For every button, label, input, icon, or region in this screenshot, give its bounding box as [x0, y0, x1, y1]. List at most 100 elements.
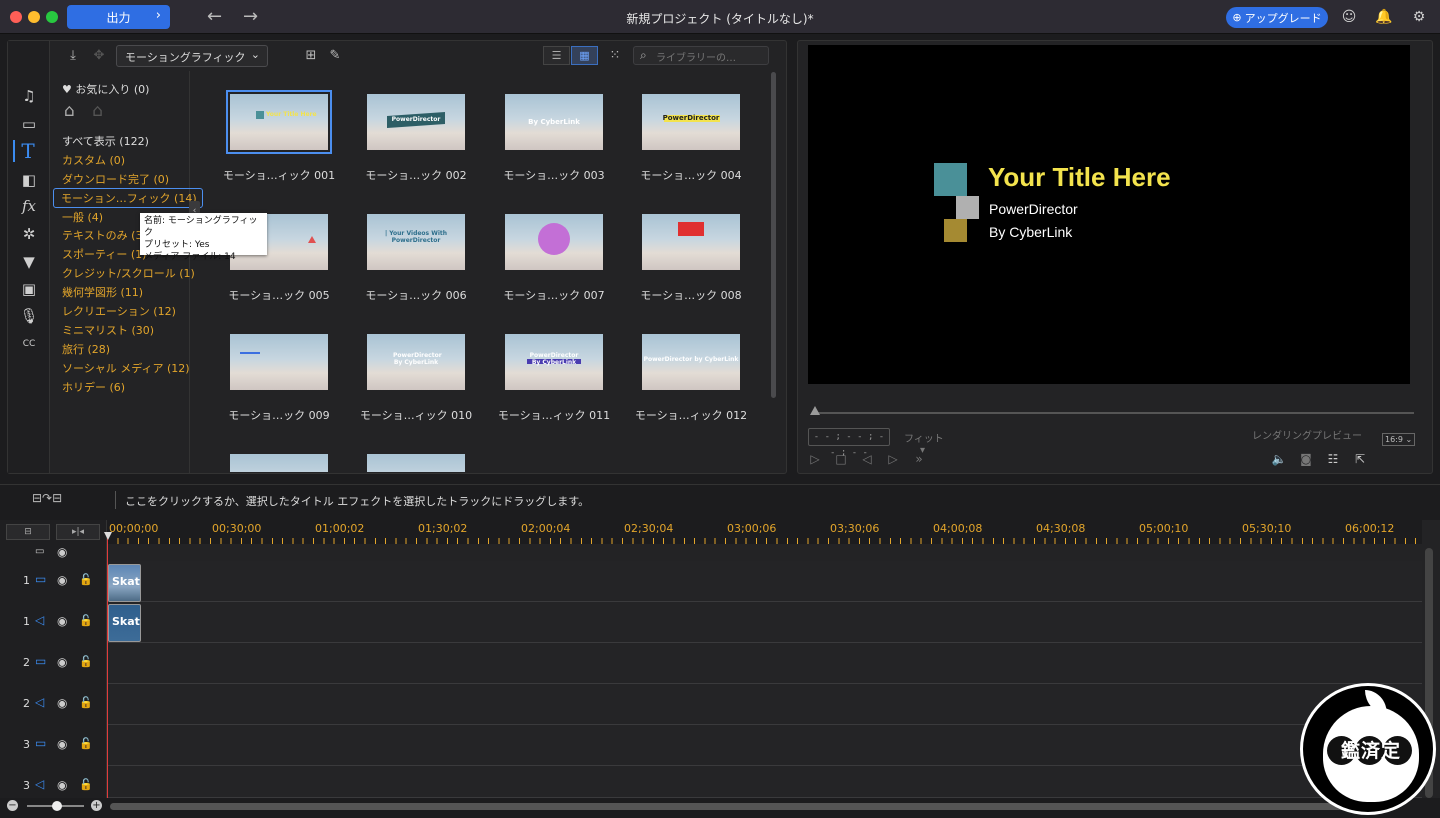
track-list-button[interactable]: ⊟	[6, 524, 50, 540]
track-row-video-2[interactable]	[107, 643, 1422, 684]
thumbnail-009[interactable]	[230, 334, 328, 390]
category-motion-graphics[interactable]: モーション…フィック (14)	[53, 188, 203, 208]
video-room-icon[interactable]: ▭	[15, 113, 43, 135]
visibility-eye-icon[interactable]: ◉	[57, 696, 67, 710]
stop-icon[interactable]: □	[833, 451, 849, 467]
ruler-tick-label: 05;00;10	[1139, 522, 1189, 535]
playhead-handle[interactable]	[104, 532, 112, 540]
next-frame-icon[interactable]: ▷	[885, 451, 901, 467]
ruler-tick-label: 06;00;12	[1345, 522, 1395, 535]
lock-icon[interactable]: 🔓	[79, 737, 93, 750]
subtitle-cc-icon[interactable]: CC	[15, 333, 43, 355]
thumbnail-006[interactable]: | Your Videos With PowerDirector	[367, 214, 465, 270]
track-row-audio-3[interactable]	[107, 766, 1422, 798]
category-text-only[interactable]: テキストのみ (3)	[62, 227, 147, 243]
account-icon[interactable]: ☺	[1340, 8, 1358, 26]
thumbnail-004[interactable]: PowerDirector	[642, 94, 740, 150]
play-icon[interactable]: ▷	[807, 451, 823, 467]
aspect-ratio-button[interactable]: 16:9 ⌄	[1382, 433, 1416, 446]
all-tracks-icon[interactable]: ▭	[35, 546, 44, 557]
notification-bell-icon[interactable]: 🔔	[1375, 8, 1393, 26]
microphone-icon[interactable]: 🎙	[15, 305, 43, 327]
transition-room-icon[interactable]: ◧	[15, 169, 43, 191]
visibility-eye-icon[interactable]: ◉	[57, 573, 67, 587]
preview-scrub-track[interactable]	[816, 412, 1414, 414]
category-minimalist[interactable]: ミニマリスト (30)	[62, 322, 154, 338]
snapshot-camera-icon[interactable]: ◙	[1298, 451, 1314, 467]
visibility-eye-icon[interactable]: ◉	[57, 737, 67, 751]
lock-icon[interactable]: 🔓	[79, 696, 93, 709]
category-general[interactable]: 一般 (4)	[62, 209, 103, 225]
category-social-media[interactable]: ソーシャル メディア (12)	[62, 360, 190, 376]
thumb-text: PowerDirector by CyberLink	[643, 356, 739, 363]
ruler-tick-label: 04;00;08	[933, 522, 983, 535]
track-row-audio-2[interactable]	[107, 684, 1422, 725]
category-recreation[interactable]: レクリエーション (12)	[62, 303, 176, 319]
undock-icon[interactable]: ⇱	[1352, 451, 1368, 467]
track-row-audio-1[interactable]	[107, 602, 1422, 643]
thumbnail-011[interactable]: PowerDirector By CyberLink	[505, 334, 603, 390]
category-sporty[interactable]: スポーティー (1)	[62, 246, 146, 262]
lock-icon[interactable]: 🔓	[79, 573, 93, 586]
category-downloaded[interactable]: ダウンロード完了 (0)	[62, 171, 169, 187]
fit-dropdown[interactable]: フィット ▾	[896, 428, 974, 456]
thumbnail-010[interactable]: PowerDirector By CyberLink	[367, 334, 465, 390]
audio-mixing-icon[interactable]: ▼	[15, 251, 43, 273]
timeline-horizontal-scrollbar[interactable]	[110, 803, 1388, 810]
thumbnail-002[interactable]: PowerDirector	[367, 94, 465, 150]
timeline-ruler[interactable]: 00;00;00 00;30;00 01;00;02 01;30;02 02;0…	[107, 520, 1422, 544]
thumbnail-001[interactable]: Your Title Here	[226, 90, 332, 154]
track-manager-icon[interactable]: ⊟↷⊟	[32, 491, 62, 505]
pip-room-icon[interactable]: ▣	[15, 278, 43, 300]
zoom-out-button[interactable]: −	[7, 800, 18, 811]
category-all[interactable]: すべて表示 (122)	[62, 133, 149, 149]
category-tooltip: 名前: モーショングラフィック プリセット: Yes メディア ファイル: 14	[140, 213, 267, 262]
thumbnail-007[interactable]	[505, 214, 603, 270]
timecode-field[interactable]: - - ; - - ; - - ; - -	[808, 428, 890, 458]
preview-scrub-head[interactable]	[810, 406, 820, 415]
fx-room-icon[interactable]: fx	[15, 195, 43, 217]
library-scrollbar[interactable]	[771, 72, 776, 398]
fit-timeline-button[interactable]: ▸|◂	[56, 524, 100, 540]
category-custom[interactable]: カスタム (0)	[62, 152, 125, 168]
thumbnail-008[interactable]	[642, 214, 740, 270]
thumbnail-label: モーショ…ィック 012	[634, 409, 748, 422]
visibility-eye-icon[interactable]: ◉	[57, 778, 67, 792]
upgrade-button[interactable]: ⊕ アップグレード	[1226, 7, 1328, 28]
settings-gear-icon[interactable]: ⚙	[1410, 8, 1428, 26]
particle-room-icon[interactable]: ✲	[15, 223, 43, 245]
zoom-in-button[interactable]: +	[91, 800, 102, 811]
track-row-video-1[interactable]	[107, 561, 1422, 602]
media-room-icon[interactable]: ♫	[15, 85, 43, 107]
prev-frame-icon[interactable]: ◁	[859, 451, 875, 467]
title-room-icon[interactable]: T	[13, 140, 41, 162]
category-holiday[interactable]: ホリデー (6)	[62, 379, 125, 395]
thumbnail-003[interactable]: By CyberLink	[505, 94, 603, 150]
add-tag-icon[interactable]: ⌂	[64, 101, 75, 121]
tooltip-line-media: メディア ファイル: 14	[144, 252, 236, 262]
thumbnail-012[interactable]: PowerDirector by CyberLink	[642, 334, 740, 390]
import-icon[interactable]: ⤓	[64, 47, 82, 65]
audio-clip[interactable]: Skate	[108, 604, 141, 642]
lock-icon[interactable]: 🔓	[79, 614, 93, 627]
video-clip[interactable]: Skate	[108, 564, 141, 602]
fast-forward-icon[interactable]: »	[911, 451, 927, 467]
render-preview-button[interactable]: レンダリングプレビュー	[1244, 428, 1370, 446]
category-travel[interactable]: 旅行 (28)	[62, 341, 110, 357]
favorites-item[interactable]: ♥ お気に入り (0)	[62, 81, 149, 97]
volume-icon[interactable]: 🔈	[1271, 451, 1287, 467]
lock-icon[interactable]: 🔓	[79, 778, 93, 791]
subtitle-icon[interactable]: ☷	[1325, 451, 1341, 467]
category-geometric[interactable]: 幾何学図形 (11)	[62, 284, 143, 300]
visibility-eye-icon[interactable]: ◉	[57, 614, 67, 628]
all-tracks-eye-icon[interactable]: ◉	[57, 545, 67, 559]
playhead-line[interactable]	[107, 538, 108, 800]
category-credits[interactable]: クレジット/スクロール (1)	[62, 265, 195, 281]
track-row-video-3[interactable]	[107, 725, 1422, 766]
zoom-slider-knob[interactable]	[52, 801, 62, 811]
tooltip-line-name: 名前: モーショングラフィック	[144, 216, 258, 238]
visibility-eye-icon[interactable]: ◉	[57, 655, 67, 669]
lock-icon[interactable]: 🔓	[79, 655, 93, 668]
thumbnail-014[interactable]	[367, 454, 465, 472]
thumbnail-013[interactable]	[230, 454, 328, 472]
